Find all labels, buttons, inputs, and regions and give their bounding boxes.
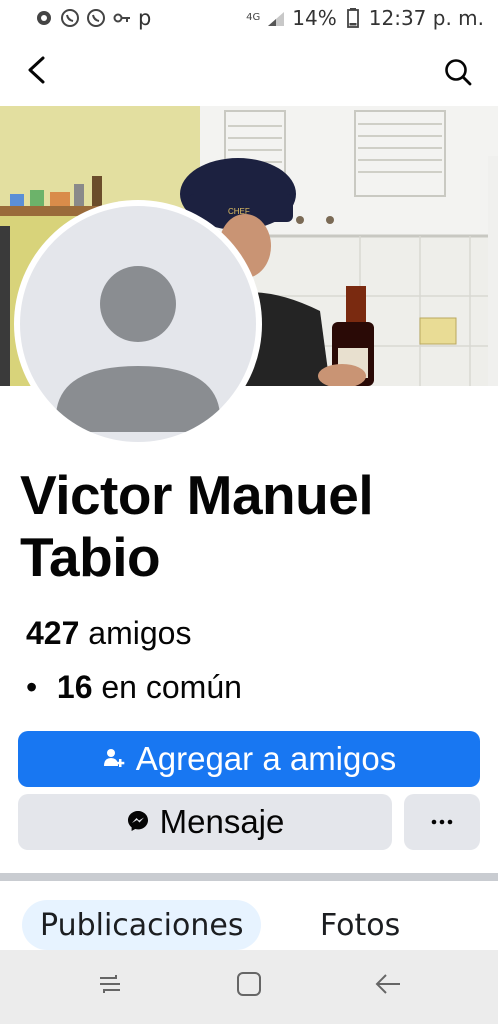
app-header <box>0 40 498 104</box>
add-friend-label: Agregar a amigos <box>135 740 397 777</box>
recent-apps-button[interactable] <box>90 966 130 1006</box>
mutual-label: en común <box>101 669 242 705</box>
home-button[interactable] <box>229 966 269 1006</box>
avatar-placeholder <box>20 206 256 442</box>
search-icon <box>443 57 473 92</box>
back-nav-icon <box>374 972 402 1001</box>
settings-gear-icon <box>34 8 54 28</box>
status-notifications: p <box>34 6 152 30</box>
tab-fotos[interactable]: Fotos <box>320 900 400 950</box>
whatsapp-icon <box>60 8 80 28</box>
signal-icon <box>266 8 286 28</box>
friends-label: amigos <box>88 615 192 651</box>
more-options-button[interactable] <box>404 794 480 850</box>
message-button[interactable]: Mensaje <box>18 794 392 850</box>
profile-name: Victor Manuel Tabio <box>20 464 374 588</box>
profile-avatar[interactable] <box>14 200 262 448</box>
back-nav-button[interactable] <box>368 966 408 1006</box>
tab-publicaciones[interactable]: Publicaciones <box>22 900 262 950</box>
notification-p: p <box>138 6 152 30</box>
network-type: 4G <box>246 12 261 23</box>
add-friend-button[interactable]: Agregar a amigos <box>18 731 480 787</box>
status-system: 4G 14% 12:37 p. m. <box>246 6 484 30</box>
friends-count: 427 <box>26 615 80 651</box>
search-button[interactable] <box>438 54 478 94</box>
more-dots-icon <box>430 813 454 831</box>
mutual-friends-line[interactable]: • 16 en común <box>26 667 242 707</box>
android-nav-bar <box>0 950 498 1024</box>
mutual-count: 16 <box>56 669 93 705</box>
battery-icon <box>343 8 363 28</box>
whatsapp-icon <box>86 8 106 28</box>
messenger-icon <box>126 803 150 841</box>
clock: 12:37 p. m. <box>368 6 484 30</box>
add-friend-icon <box>102 740 126 778</box>
home-icon <box>235 970 263 1003</box>
section-divider <box>0 873 498 881</box>
key-icon <box>112 8 132 28</box>
back-arrow-icon <box>25 55 47 90</box>
default-person-icon <box>56 266 220 432</box>
bullet: • <box>26 669 38 705</box>
profile-tabs: Publicaciones Fotos <box>0 882 498 950</box>
friends-count-line[interactable]: 427 amigos <box>26 613 191 653</box>
back-button[interactable] <box>18 54 54 90</box>
message-label: Mensaje <box>159 803 285 840</box>
status-bar: p 4G 14% 12:37 p. m. <box>0 0 498 38</box>
recent-apps-icon <box>96 972 124 1001</box>
battery-percent: 14% <box>292 6 337 30</box>
